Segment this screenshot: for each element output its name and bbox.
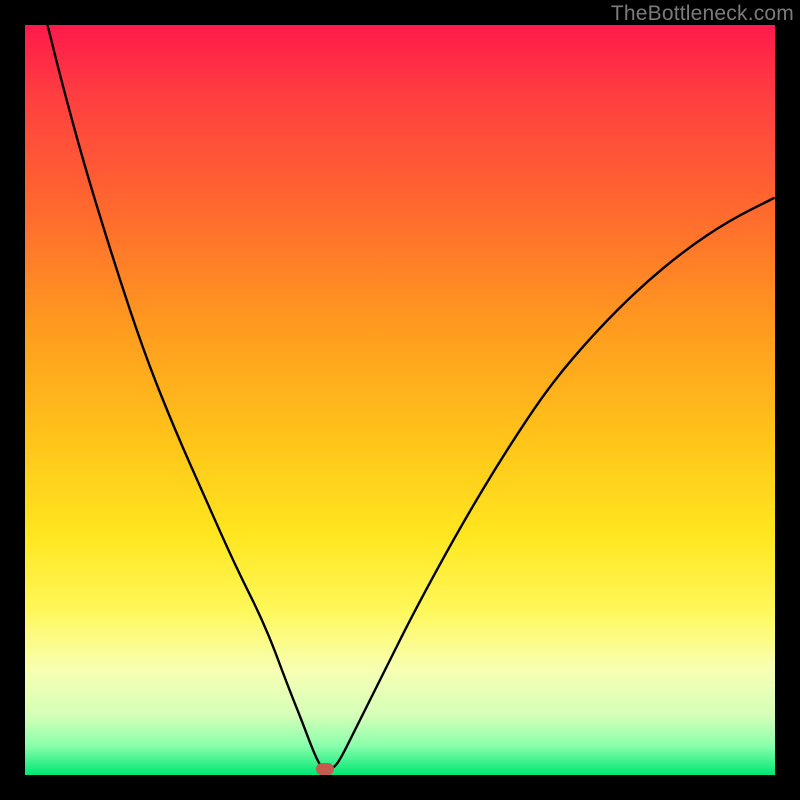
chart-frame: TheBottleneck.com bbox=[0, 0, 800, 800]
watermark-text: TheBottleneck.com bbox=[611, 2, 794, 26]
curve-svg bbox=[25, 25, 775, 775]
min-marker bbox=[316, 763, 334, 775]
plot-area bbox=[25, 25, 775, 775]
bottleneck-curve bbox=[48, 25, 776, 769]
